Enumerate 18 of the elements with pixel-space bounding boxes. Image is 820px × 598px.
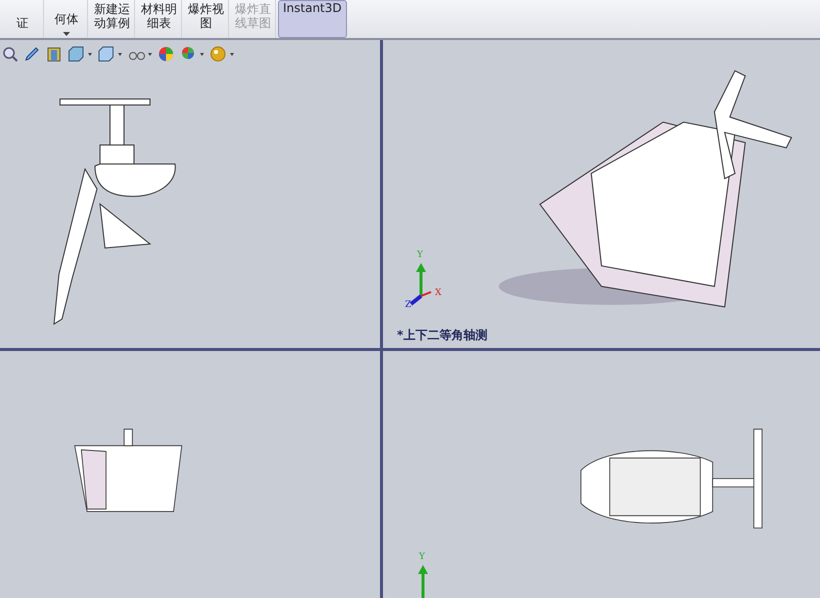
axis-triad-icon <box>410 263 432 306</box>
ribbon-button[interactable]: 何体 <box>46 0 88 38</box>
zoom-icon[interactable] <box>2 46 18 62</box>
cube-icon[interactable] <box>98 46 122 62</box>
ribbon-button[interactable]: Instant3D <box>278 0 347 38</box>
axis-label: Y <box>419 552 425 562</box>
axis-label: X <box>435 288 442 298</box>
pencil-icon[interactable] <box>24 46 40 62</box>
ribbon-button[interactable]: 证 <box>2 0 44 38</box>
section-view-icon[interactable] <box>46 46 62 62</box>
view-label: *上下二等角轴测 <box>397 327 488 344</box>
ribbon-button[interactable]: 新建运 动算例 <box>90 0 135 38</box>
ribbon-button[interactable]: 材料明 细表 <box>137 0 182 38</box>
color-ball-icon[interactable] <box>158 46 174 62</box>
ribbon-button[interactable]: 爆炸视 图 <box>184 0 229 38</box>
axis-label: Z <box>405 300 412 310</box>
axis-label: Y <box>417 250 423 260</box>
axis-triad-icon <box>418 565 428 598</box>
